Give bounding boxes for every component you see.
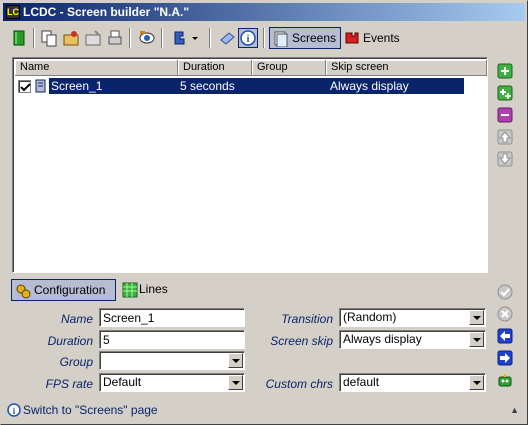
- name-label: Name: [60, 312, 93, 326]
- row-name: Screen_1: [51, 79, 103, 93]
- events-puzzle-icon: [344, 30, 360, 53]
- custom-chrs-select-value: default: [343, 375, 380, 389]
- bottom-tabs: Configuration Lines: [11, 279, 487, 301]
- screen-skip-select-value: Always display: [343, 332, 422, 346]
- window-title: LCDC - Screen builder "N.A.": [23, 5, 190, 19]
- column-header-skip-screen[interactable]: Skip screen: [326, 60, 487, 76]
- transition-select[interactable]: (Random): [339, 308, 486, 327]
- add-screen-icon[interactable]: [497, 63, 513, 79]
- preview-eye-icon[interactable]: [137, 28, 157, 48]
- info-icon: i: [7, 403, 21, 420]
- events-button[interactable]: Events: [341, 27, 404, 49]
- screen-doc-icon: [35, 79, 47, 96]
- copy-pages-icon[interactable]: [39, 28, 59, 48]
- toolbar-separator: [129, 28, 131, 48]
- toolbar-separator: [161, 28, 163, 48]
- app-window: LC LCDC - Screen builder "N.A." i Screen…: [0, 0, 528, 425]
- status-bar: i Switch to "Screens" page ▲: [5, 401, 523, 421]
- row-duration: 5 seconds: [180, 79, 235, 93]
- lcdc-app-icon: LC: [6, 5, 20, 19]
- plugin-dropdown-icon[interactable]: [189, 28, 201, 48]
- custom-chrs-label: Custom chrs: [265, 377, 333, 391]
- duration-label: Duration: [47, 334, 93, 348]
- list-header: Name Duration Group Skip screen: [15, 60, 487, 76]
- fps-rate-label: FPS rate: [45, 377, 93, 391]
- duration-input[interactable]: [99, 330, 245, 349]
- chevron-down-icon[interactable]: [228, 353, 243, 368]
- screens-toggle-button[interactable]: Screens: [269, 27, 342, 49]
- fps-rate-select-value: Default: [103, 375, 142, 389]
- screens-label: Screens: [292, 31, 337, 45]
- plugin-icon[interactable]: [169, 28, 189, 48]
- screens-icon: [273, 31, 289, 53]
- row-checkbox[interactable]: [18, 80, 31, 93]
- duplicate-screen-icon[interactable]: [497, 85, 513, 101]
- gears-icon: [15, 283, 31, 305]
- collapse-arrow-icon[interactable]: ▲: [510, 405, 519, 415]
- toolbar-separator: [33, 28, 35, 48]
- chevron-down-icon[interactable]: [469, 375, 484, 390]
- screen-skip-select[interactable]: Always display: [339, 330, 486, 349]
- group-label: Group: [59, 355, 93, 369]
- title-bar: LC LCDC - Screen builder "N.A.": [3, 3, 525, 21]
- save-icon[interactable]: [83, 28, 103, 48]
- toolbar-separator: [263, 28, 265, 48]
- chevron-down-icon[interactable]: [469, 310, 484, 325]
- cancel-x-icon[interactable]: [497, 306, 513, 322]
- table-row[interactable]: Screen_1 5 seconds Always display: [15, 78, 485, 94]
- group-select[interactable]: [99, 351, 245, 370]
- print-icon[interactable]: [105, 28, 125, 48]
- previous-arrow-icon[interactable]: [497, 328, 513, 344]
- lines-grid-icon: [122, 282, 138, 304]
- name-input[interactable]: [99, 308, 245, 327]
- tab-configuration[interactable]: Configuration: [11, 279, 116, 301]
- status-text: Switch to "Screens" page: [23, 403, 158, 417]
- open-folder-icon[interactable]: [61, 28, 81, 48]
- tab-configuration-label: Configuration: [34, 283, 106, 297]
- info-icon[interactable]: i: [238, 28, 258, 48]
- toolbar: i Screens Events: [5, 26, 525, 50]
- screen-skip-label: Screen skip: [270, 334, 333, 348]
- events-label: Events: [363, 31, 400, 45]
- robot-icon[interactable]: [497, 372, 513, 388]
- column-header-group[interactable]: Group: [252, 60, 326, 76]
- row-skip-screen: Always display: [330, 79, 409, 93]
- column-header-name[interactable]: Name: [15, 60, 178, 76]
- screens-list[interactable]: Name Duration Group Skip screen Screen_1…: [12, 57, 488, 273]
- column-header-duration[interactable]: Duration: [178, 60, 252, 76]
- apply-check-icon[interactable]: [497, 284, 513, 300]
- chevron-down-icon[interactable]: [228, 375, 243, 390]
- toolbar-separator: [209, 28, 211, 48]
- fps-rate-select[interactable]: Default: [99, 373, 245, 392]
- svg-text:i: i: [247, 34, 250, 45]
- book-icon[interactable]: [9, 28, 29, 48]
- next-arrow-icon[interactable]: [497, 350, 513, 366]
- transition-label: Transition: [281, 312, 333, 326]
- chevron-down-icon[interactable]: [469, 332, 484, 347]
- custom-chrs-select[interactable]: default: [339, 373, 486, 392]
- tab-lines-label: Lines: [139, 282, 168, 296]
- tab-lines[interactable]: Lines: [119, 279, 168, 301]
- remove-screen-icon[interactable]: [497, 107, 513, 123]
- row-selection: Screen_1 5 seconds Always display: [49, 78, 464, 94]
- eraser-icon[interactable]: [217, 28, 237, 48]
- move-down-icon[interactable]: [497, 151, 513, 167]
- move-up-icon[interactable]: [497, 129, 513, 145]
- transition-select-value: (Random): [343, 310, 397, 324]
